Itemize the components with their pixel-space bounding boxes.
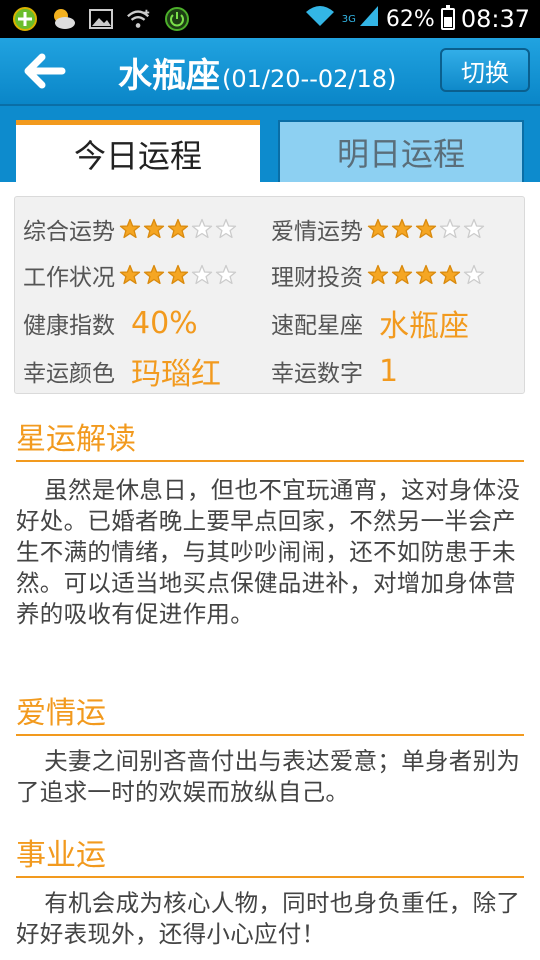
star-filled-icon	[415, 264, 437, 285]
work-status-row: 工作状况	[23, 255, 239, 295]
app-bar: 水瓶座 (01/20--02/18) 切换	[0, 38, 540, 106]
finance-row: 理财投资	[271, 255, 487, 295]
star-empty-icon	[463, 264, 485, 285]
fortune-summary-card: 综合运势 爱情运势 工作状况 理财投资 健康指数 40% 速配星座 水瓶座 幸运…	[14, 196, 525, 394]
reading-section-body: 虽然是休息日，但也不宜玩通宵，这对身体没好处。已婚者晚上要早点回家，不然另一半会…	[16, 476, 521, 628]
love-section-body: 夫妻之间别吝啬付出与表达爱意；单身者别为了追求一时的欢娱而放纵自己。	[16, 747, 521, 806]
star-filled-icon	[143, 218, 165, 239]
status-bar: 3G 62% 08:37	[0, 0, 540, 38]
love-fortune-label: 爱情运势	[271, 219, 363, 245]
love-fortune-stars	[367, 218, 487, 240]
star-empty-icon	[215, 264, 237, 285]
signal-icon	[358, 4, 380, 34]
wifi-plus-icon	[126, 6, 152, 32]
sign-name: 水瓶座	[118, 56, 220, 96]
status-bar-notifications	[12, 5, 190, 33]
love-section-title: 爱情运	[16, 694, 524, 736]
lucky-color-label: 幸运颜色	[23, 361, 115, 387]
star-filled-icon	[119, 218, 141, 239]
lucky-color-value: 玛瑙红	[131, 357, 221, 392]
clock: 08:37	[460, 5, 530, 33]
star-empty-icon	[191, 218, 213, 239]
match-sign-row: 速配星座 水瓶座	[271, 303, 469, 344]
overall-fortune-label: 综合运势	[23, 219, 115, 245]
star-empty-icon	[463, 218, 485, 239]
lucky-number-value: 1	[379, 353, 399, 389]
back-arrow-icon	[22, 53, 66, 95]
star-filled-icon	[167, 264, 189, 285]
star-filled-icon	[167, 218, 189, 239]
lucky-number-label: 幸运数字	[271, 361, 363, 387]
battery-icon	[440, 5, 455, 30]
tab-today[interactable]: 今日运程	[16, 120, 260, 182]
lucky-color-row: 幸运颜色 玛瑙红	[23, 351, 221, 392]
star-empty-icon	[215, 218, 237, 239]
weather-icon	[50, 6, 76, 32]
status-bar-system: 3G 62% 08:37	[304, 2, 530, 36]
power-icon	[164, 6, 190, 32]
overall-fortune-row: 综合运势	[23, 209, 239, 249]
switch-sign-button[interactable]: 切换	[440, 48, 530, 92]
star-filled-icon	[143, 264, 165, 285]
sign-date-range: (01/20--02/18)	[222, 65, 397, 93]
star-empty-icon	[191, 264, 213, 285]
health-label: 健康指数	[23, 313, 115, 339]
back-button[interactable]	[22, 51, 66, 91]
reading-section-title: 星运解读	[16, 420, 524, 462]
finance-label: 理财投资	[271, 265, 363, 291]
health-row: 健康指数 40%	[23, 303, 198, 343]
star-filled-icon	[367, 264, 389, 285]
star-filled-icon	[119, 264, 141, 285]
finance-stars	[367, 264, 487, 286]
network-type-label: 3G	[341, 13, 356, 25]
career-section-body: 有机会成为核心人物，同时也身负重任，除了好好表现外，还得小心应付！	[16, 889, 521, 948]
star-empty-icon	[439, 218, 461, 239]
match-sign-value: 水瓶座	[379, 309, 469, 344]
career-section-title: 事业运	[16, 836, 524, 878]
page-title: 水瓶座 (01/20--02/18)	[118, 48, 397, 96]
love-fortune-row: 爱情运势	[271, 209, 487, 249]
overall-fortune-stars	[119, 218, 239, 240]
work-status-label: 工作状况	[23, 265, 115, 291]
tab-tomorrow[interactable]: 明日运程	[278, 120, 524, 182]
star-filled-icon	[439, 264, 461, 285]
wifi-icon	[304, 4, 336, 34]
work-status-stars	[119, 264, 239, 286]
app-notification-icon	[12, 6, 38, 32]
tab-bar: 今日运程 明日运程	[0, 106, 540, 182]
match-sign-label: 速配星座	[271, 313, 363, 339]
health-value: 40%	[131, 305, 198, 341]
star-filled-icon	[391, 218, 413, 239]
battery-percent: 62%	[385, 6, 435, 32]
gallery-icon	[88, 6, 114, 32]
star-filled-icon	[367, 218, 389, 239]
star-filled-icon	[391, 264, 413, 285]
lucky-number-row: 幸运数字 1	[271, 351, 398, 391]
star-filled-icon	[415, 218, 437, 239]
